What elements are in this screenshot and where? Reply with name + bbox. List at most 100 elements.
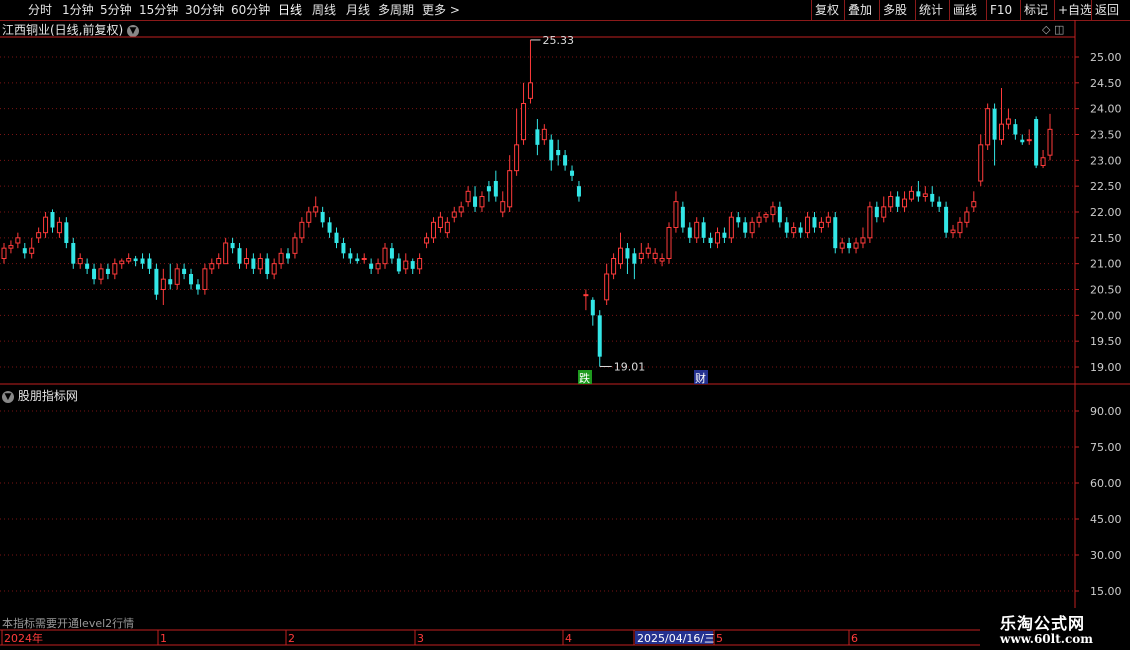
candle-body: [922, 193, 928, 198]
candle-body: [271, 263, 277, 275]
candle-body: [29, 247, 35, 254]
candle-body: [618, 247, 624, 265]
period-tab-0[interactable]: 分时: [28, 1, 52, 19]
candle-body: [154, 268, 159, 295]
candle-body: [722, 232, 727, 238]
diamond-icon[interactable]: ◇: [1042, 23, 1050, 36]
candle-body: [597, 315, 602, 357]
toolbar-divider: [1020, 0, 1021, 20]
action-button-0[interactable]: 复权: [815, 1, 839, 19]
candle-body: [299, 221, 305, 239]
period-tab-7[interactable]: 周线: [312, 1, 336, 19]
candle-body: [888, 196, 894, 208]
candle-body: [77, 258, 83, 265]
candle-body: [1020, 139, 1025, 143]
candle-body: [424, 237, 430, 244]
period-tab-4[interactable]: 30分钟: [185, 1, 224, 19]
candle-body: [92, 268, 97, 280]
candle-body: [479, 196, 485, 208]
main-y-tick-label: 22.50: [1090, 180, 1122, 193]
candle-body: [1005, 118, 1011, 125]
candle-body: [465, 190, 471, 203]
action-button-5[interactable]: F10: [990, 1, 1012, 19]
candle-body: [389, 248, 394, 259]
candle-body: [937, 201, 942, 207]
candle-body: [902, 198, 908, 208]
candle-body: [874, 206, 879, 218]
chevron-down-icon[interactable]: ▼: [2, 390, 14, 403]
action-button-8[interactable]: 返回: [1095, 1, 1119, 19]
period-tab-8[interactable]: 月线: [346, 1, 370, 19]
candle-body: [64, 222, 69, 243]
candle-body: [632, 253, 637, 264]
candle-body: [950, 229, 956, 234]
candle-body: [860, 237, 866, 244]
event-badge: 跌: [579, 371, 590, 385]
action-button-3[interactable]: 统计: [919, 1, 943, 19]
main-y-tick-label: 23.50: [1090, 129, 1122, 142]
candle-body: [278, 252, 284, 265]
candle-body: [306, 211, 312, 223]
candle-body: [410, 261, 415, 269]
cursor-date-bg: [635, 631, 713, 644]
candle-body: [327, 222, 332, 233]
candle-body: [375, 263, 381, 270]
candle-body: [223, 242, 229, 265]
candle-body: [659, 258, 665, 262]
chevron-down-icon[interactable]: ▼: [127, 24, 140, 37]
candle-body: [1013, 124, 1018, 135]
main-y-tick-label: 20.00: [1090, 309, 1122, 322]
sub-y-tick-label: 90.00: [1090, 405, 1122, 418]
candle-body: [160, 278, 166, 290]
candle-body: [105, 268, 110, 274]
x-tick-label: 6: [851, 632, 858, 645]
event-badge-bg: [578, 370, 592, 384]
candle-body: [22, 248, 27, 254]
candle-body: [930, 193, 935, 202]
main-y-tick-label: 19.50: [1090, 335, 1122, 348]
candle-body: [507, 170, 513, 208]
action-button-7[interactable]: +自选: [1058, 1, 1092, 19]
action-button-4[interactable]: 画线: [953, 1, 977, 19]
action-button-2[interactable]: 多股: [883, 1, 907, 19]
period-tab-10[interactable]: 更多 >: [422, 1, 460, 19]
candle-body: [756, 216, 762, 223]
period-tab-3[interactable]: 15分钟: [139, 1, 178, 19]
candle-body: [680, 206, 685, 228]
candle-body: [645, 247, 651, 254]
low-price-label: 19.01: [614, 360, 646, 373]
period-tab-2[interactable]: 5分钟: [100, 1, 132, 19]
candle-body: [978, 144, 984, 182]
period-tab-6[interactable]: 日线: [278, 1, 302, 19]
candle-body: [168, 279, 173, 285]
candle-body: [396, 258, 401, 272]
candle-body: [563, 155, 568, 166]
candle-body: [556, 150, 561, 156]
candle-body: [243, 258, 249, 265]
candle-body: [833, 217, 838, 249]
candle-body: [701, 222, 706, 238]
candle-body: [825, 216, 831, 223]
candle-body: [1034, 119, 1039, 166]
toolbar-divider: [986, 0, 987, 20]
candle-body: [1026, 139, 1032, 142]
candle-body: [182, 268, 187, 274]
period-tab-1[interactable]: 1分钟: [62, 1, 94, 19]
candle-body: [473, 196, 478, 207]
action-button-1[interactable]: 叠加: [848, 1, 872, 19]
candle-body: [1, 247, 7, 260]
brand-url: www.60lt.com: [1000, 632, 1093, 646]
candle-body: [535, 129, 540, 145]
event-badge-bg: [694, 370, 708, 384]
candle-body: [839, 242, 845, 249]
candle-body: [971, 201, 977, 208]
action-button-6[interactable]: 标记: [1024, 1, 1048, 19]
toolbar-divider: [1054, 0, 1055, 20]
candle-body: [237, 248, 242, 264]
period-tab-9[interactable]: 多周期: [378, 1, 414, 19]
candle-body: [549, 139, 554, 161]
panel-toggle-icon[interactable]: ◫: [1054, 23, 1064, 36]
main-y-tick-label: 20.50: [1090, 284, 1122, 297]
brand-watermark: 乐淘公式网 www.60lt.com: [980, 608, 1130, 650]
period-tab-5[interactable]: 60分钟: [231, 1, 270, 19]
